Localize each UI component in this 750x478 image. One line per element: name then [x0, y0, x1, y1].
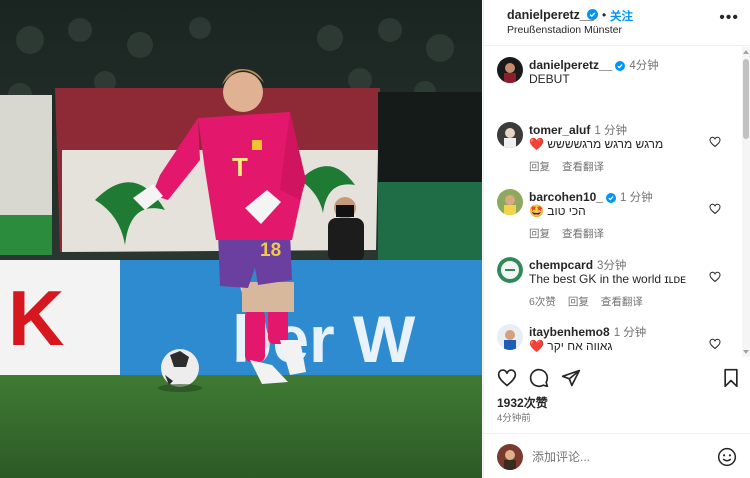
- follow-button[interactable]: 关注: [610, 8, 633, 24]
- post-sidebar: danielperetz__ • 关注 Preußenstadion Münst…: [483, 0, 750, 478]
- comment-avatar[interactable]: [497, 324, 523, 350]
- comment-text: The best GK in the world ɪʟᴅᴇ: [529, 272, 687, 286]
- comment-emoji: ❤️: [529, 137, 544, 151]
- add-comment-bar: [484, 433, 750, 478]
- verified-badge-icon: [606, 193, 617, 203]
- scroll-up-arrow-icon[interactable]: [743, 50, 749, 54]
- comment-likes-count[interactable]: 6次赞: [529, 296, 556, 308]
- bookmark-icon[interactable]: [722, 368, 740, 388]
- comment-time: 3分钟: [597, 260, 627, 272]
- comment-username[interactable]: itaybenhemo8: [529, 325, 610, 339]
- post-header: danielperetz__ • 关注 Preußenstadion Münst…: [484, 0, 750, 46]
- more-options-icon[interactable]: •••: [719, 10, 739, 26]
- comment-time: 1 分钟: [613, 327, 647, 339]
- reply-button[interactable]: 回复: [568, 296, 589, 308]
- comment-icon[interactable]: [529, 368, 549, 388]
- comment-avatar[interactable]: [497, 257, 523, 283]
- comments-list[interactable]: danielperetz__ 4分钟 DEBUT tomer_aluf 1 分钟 ❤…: [484, 47, 743, 357]
- caption-username[interactable]: danielperetz__: [529, 58, 612, 72]
- likes-count[interactable]: 1932次赞: [497, 394, 548, 411]
- emoji-icon[interactable]: [717, 447, 737, 467]
- post-author-username[interactable]: danielperetz__: [507, 8, 594, 22]
- comment-like-icon[interactable]: [709, 271, 721, 283]
- post-timestamp: 4分钟前: [497, 413, 531, 424]
- caption-text: DEBUT: [529, 72, 570, 86]
- scroll-down-arrow-icon[interactable]: [743, 350, 749, 354]
- post-photo[interactable]: K ber W 18 T: [0, 0, 482, 478]
- comment-like-icon[interactable]: [709, 203, 721, 215]
- caption-time: 4分钟: [629, 60, 659, 72]
- see-translation-button[interactable]: 查看翻译: [601, 296, 643, 308]
- comment-text: ❤️ מרגש מרגש מרגשששש: [529, 137, 664, 151]
- comment-username[interactable]: chempcard: [529, 258, 593, 272]
- see-translation-button[interactable]: 查看翻译: [562, 161, 604, 173]
- current-user-avatar: [497, 444, 523, 470]
- verified-badge-icon: [587, 9, 598, 20]
- verified-badge-icon: [615, 61, 626, 71]
- comment-avatar[interactable]: [497, 122, 523, 148]
- comment-actions: 6次赞 回复 查看翻译: [529, 294, 655, 309]
- post-location[interactable]: Preußenstadion Münster: [507, 24, 622, 36]
- comment-username[interactable]: tomer_aluf: [529, 123, 590, 137]
- banner-text-left: K: [8, 274, 64, 362]
- comment-text: 🤩 הכי טוב: [529, 204, 586, 218]
- comment-like-icon[interactable]: [709, 136, 721, 148]
- caption-avatar[interactable]: [497, 57, 523, 83]
- reply-button[interactable]: 回复: [529, 161, 550, 173]
- comment-time: 1 分钟: [594, 125, 627, 137]
- goalkeeper-photo: K ber W 18 T: [0, 0, 482, 478]
- comment-emoji: 🤩: [529, 204, 544, 218]
- comment-actions: 回复 查看翻译: [529, 226, 616, 241]
- reply-button[interactable]: 回复: [529, 228, 550, 240]
- shorts-number: 18: [260, 240, 281, 261]
- heart-icon[interactable]: [497, 368, 517, 388]
- comment-like-icon[interactable]: [709, 338, 721, 350]
- comment-avatar[interactable]: [497, 189, 523, 215]
- comment-text: ❤️ גאווה אח יקר: [529, 339, 613, 353]
- svg-text:T: T: [232, 152, 248, 182]
- comment-actions: 回复 查看翻译: [529, 159, 616, 174]
- share-icon[interactable]: [561, 368, 581, 388]
- see-translation-button[interactable]: 查看翻译: [562, 228, 604, 240]
- comments-scrollbar[interactable]: [742, 47, 750, 357]
- scrollbar-thumb[interactable]: [743, 59, 749, 139]
- separator-dot: •: [602, 8, 607, 22]
- comment-username[interactable]: barcohen10_: [529, 190, 603, 204]
- comment-time: 1 分钟: [620, 192, 653, 204]
- comment-emoji: ❤️: [529, 339, 544, 353]
- add-comment-input[interactable]: [532, 450, 702, 464]
